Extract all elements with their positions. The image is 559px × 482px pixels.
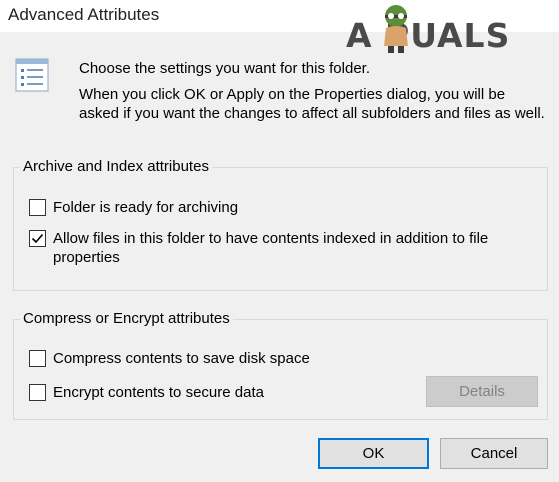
encrypt-label: Encrypt contents to secure data	[53, 384, 264, 401]
archive-label: Folder is ready for archiving	[53, 199, 239, 216]
info-line-2: When you click OK or Apply on the Proper…	[79, 86, 545, 122]
cancel-button[interactable]: Cancel	[440, 438, 548, 469]
compress-checkbox[interactable]	[29, 350, 46, 367]
index-option[interactable]: Allow files in this folder to have conte…	[29, 229, 539, 267]
compress-option[interactable]: Compress contents to save disk space	[29, 349, 429, 368]
checkmark-icon	[31, 233, 44, 244]
encrypt-checkbox[interactable]	[29, 384, 46, 401]
archive-index-group-label: Archive and Index attributes	[20, 158, 212, 175]
compress-encrypt-group-label: Compress or Encrypt attributes	[20, 310, 233, 327]
mascot-icon	[384, 5, 408, 53]
window-title: Advanced Attributes	[8, 5, 160, 24]
ok-button[interactable]: OK	[318, 438, 429, 469]
encrypt-option[interactable]: Encrypt contents to secure data	[29, 383, 409, 402]
archive-option[interactable]: Folder is ready for archiving	[29, 198, 539, 217]
index-checkbox[interactable]	[29, 230, 46, 247]
index-label: Allow files in this folder to have conte…	[53, 230, 489, 266]
details-button[interactable]: Details	[426, 376, 538, 407]
appuals-logo: A PUALS	[346, 0, 556, 58]
info-line-1: Choose the settings you want for this fo…	[79, 60, 370, 77]
archive-checkbox[interactable]	[29, 199, 46, 216]
compress-label: Compress contents to save disk space	[53, 350, 310, 367]
logo-text: A PUALS	[346, 16, 511, 55]
folder-properties-icon	[15, 58, 49, 92]
